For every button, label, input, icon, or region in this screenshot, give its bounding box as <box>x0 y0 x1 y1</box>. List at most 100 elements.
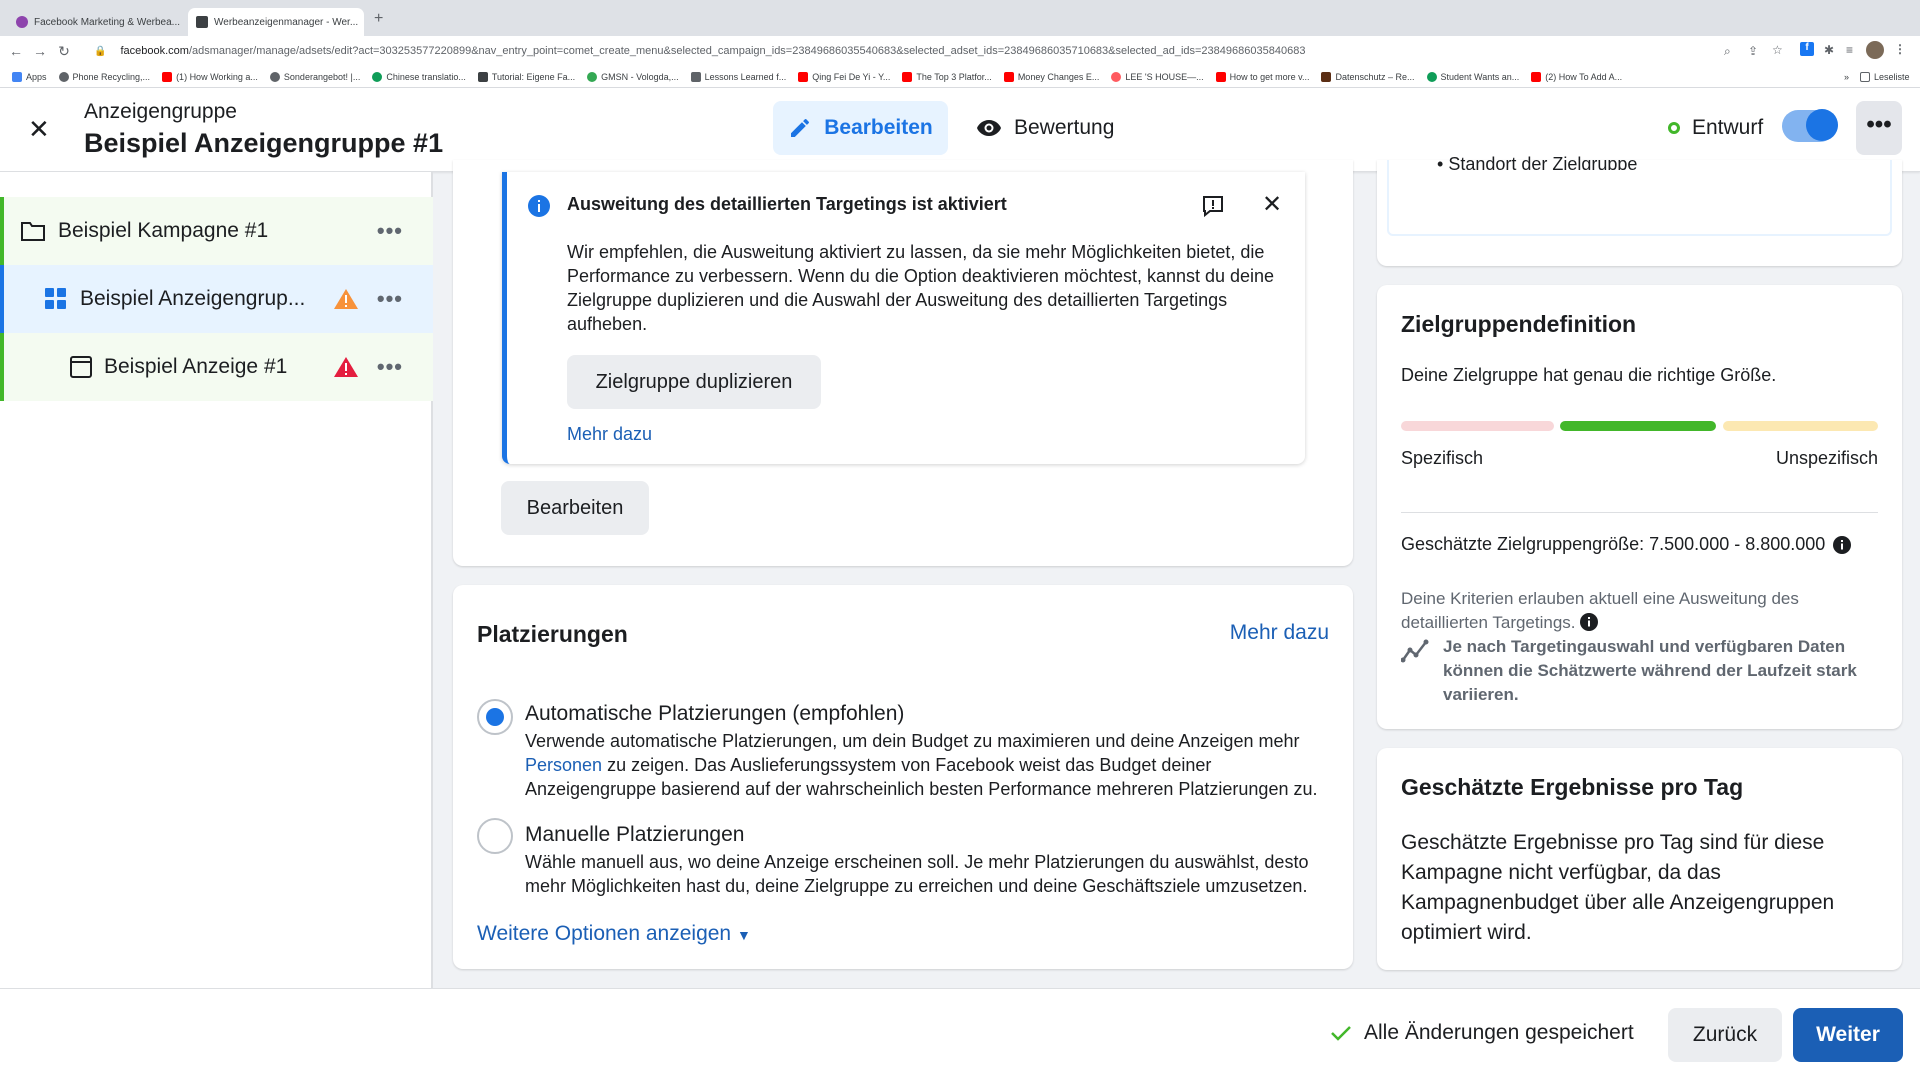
draft-status: Entwurf <box>1668 116 1763 140</box>
sidebar-item-label: Beispiel Anzeige #1 <box>104 355 288 378</box>
meter-left-label: Spezifisch <box>1401 448 1484 468</box>
bookmark-item[interactable]: LEE 'S HOUSE—... <box>1111 71 1204 82</box>
youtube-icon <box>902 71 913 82</box>
browser-tab[interactable]: Facebook Marketing & Werbea... ✕ <box>8 8 184 36</box>
apps-grid-icon <box>12 71 22 82</box>
adset-grid-icon <box>45 288 66 309</box>
manual-placements-label[interactable]: Manuelle Platzierungen <box>525 823 744 847</box>
criteria-text: Deine Kriterien erlauben aktuell eine Au… <box>1401 589 1799 632</box>
placements-title: Platzierungen <box>477 621 628 647</box>
tab-close-icon[interactable]: ✕ <box>180 15 184 29</box>
youtube-icon <box>1003 71 1014 82</box>
sidebar-item-label: Beispiel Anzeigengrup... <box>80 287 306 310</box>
profile-avatar[interactable] <box>1866 41 1884 59</box>
header-subtitle: Anzeigengruppe <box>84 100 237 123</box>
bookmark-item[interactable]: How to get more v... <box>1215 71 1309 82</box>
more-options-link[interactable]: Weitere Optionen anzeigen ▼ <box>477 922 751 946</box>
bookmark-item[interactable]: Student Wants an... <box>1426 71 1519 82</box>
bookmark-item[interactable]: Datenschutz – Re... <box>1321 71 1415 82</box>
bookmark-overflow-icon[interactable]: » <box>1844 72 1849 82</box>
info-icon[interactable] <box>1833 535 1852 554</box>
footer-bar: Alle Änderungen gespeichert Zurück Weite… <box>0 988 1920 1080</box>
reload-icon[interactable]: ↻ <box>52 43 76 60</box>
eye-icon <box>977 120 1001 136</box>
back-arrow-icon[interactable]: ← <box>4 43 28 59</box>
info-icon[interactable] <box>1580 613 1599 631</box>
item-more-icon[interactable]: ••• <box>377 286 403 312</box>
youtube-icon <box>1531 71 1542 82</box>
bookmark-item[interactable]: (1) How Working a... <box>162 71 258 82</box>
bookmark-item[interactable]: Sonderangebot! |... <box>269 71 360 82</box>
auto-placements-radio[interactable] <box>477 699 513 735</box>
bullet-icon: • <box>1437 154 1449 170</box>
more-options-button[interactable]: ••• <box>1856 101 1902 155</box>
item-more-icon[interactable]: ••• <box>377 354 403 380</box>
pencil-icon <box>791 119 810 137</box>
forward-arrow-icon[interactable]: → <box>28 43 52 59</box>
zoom-icon[interactable]: ⌕ <box>1724 44 1731 59</box>
learn-more-link[interactable]: Mehr dazu <box>567 424 652 445</box>
trend-icon <box>1401 639 1429 663</box>
audience-summary-box <box>1387 160 1892 236</box>
tab-close-icon[interactable]: ✕ <box>358 15 364 29</box>
tab-label: Facebook Marketing & Werbea... <box>34 16 180 28</box>
bookmark-item[interactable]: Tutorial: Eigene Fa... <box>477 71 575 82</box>
review-mode-label: Bewertung <box>1014 116 1115 139</box>
toggle-knob[interactable] <box>1806 109 1838 141</box>
edit-mode-button[interactable]: Bearbeiten <box>773 101 948 155</box>
browser-menu-icon[interactable]: ⋮ <box>1894 42 1906 56</box>
audience-summary-card: • Standort der Zielgruppe <box>1377 154 1902 266</box>
people-link[interactable]: Personen <box>525 755 602 775</box>
close-icon[interactable]: ✕ <box>1262 190 1282 219</box>
bookmark-item[interactable]: The Top 3 Platfor... <box>902 71 992 82</box>
reading-list[interactable]: Leseliste <box>1860 71 1910 82</box>
bookmark-item[interactable]: Phone Recycling,... <box>58 71 150 82</box>
estimated-results-card: Geschätzte Ergebnisse pro Tag Geschätzte… <box>1377 748 1902 970</box>
sidebar-item-ad[interactable]: Beispiel Anzeige #1 ••• <box>0 333 433 401</box>
estimate-note: Je nach Targetingauswahl und verfügbaren… <box>1443 637 1857 704</box>
manual-placements-description: Wähle manuell aus, wo deine Anzeige ersc… <box>525 852 1309 896</box>
item-more-icon[interactable]: ••• <box>377 218 403 244</box>
meter-right-label: Unspezifisch <box>1775 448 1878 468</box>
auto-placements-label[interactable]: Automatische Platzierungen (empfohlen) <box>525 702 904 726</box>
auto-placements-description: Verwende automatische Platzierungen, um … <box>525 731 1318 799</box>
extensions-icon[interactable]: ✱ <box>1824 43 1834 57</box>
media-icon[interactable]: ≡ <box>1846 43 1853 57</box>
sidebar-item-campaign[interactable]: Beispiel Kampagne #1 ••• <box>0 197 433 265</box>
results-text: Geschätzte Ergebnisse pro Tag sind für d… <box>1401 831 1835 944</box>
page-title: Beispiel Anzeigengruppe #1 <box>84 128 444 158</box>
back-button[interactable]: Zurück <box>1668 1008 1782 1062</box>
placements-card: Platzierungen Mehr dazu Automatische Pla… <box>453 585 1353 969</box>
url-field[interactable]: facebook.com/adsmanager/manage/adsets/ed… <box>120 45 1720 57</box>
bookmark-favicon-icon <box>372 71 383 82</box>
feedback-icon[interactable] <box>1201 194 1225 218</box>
bookmark-item[interactable]: Qing Fei De Yi - Y... <box>798 71 890 82</box>
facebook-extension-icon[interactable]: f <box>1800 42 1814 56</box>
bookmark-favicon-icon <box>587 71 598 82</box>
review-mode-button[interactable]: Bewertung <box>976 101 1114 155</box>
sidebar-item-adset[interactable]: Beispiel Anzeigengrup... ••• <box>0 265 433 333</box>
divider <box>1401 512 1878 513</box>
address-bar: ← → ↻ 🔒 facebook.com/adsmanager/manage/a… <box>0 36 1920 66</box>
edit-targeting-button[interactable]: Bearbeiten <box>501 481 649 535</box>
placements-learn-more-link[interactable]: Mehr dazu <box>1230 621 1329 645</box>
duplicate-audience-button[interactable]: Zielgruppe duplizieren <box>567 355 821 409</box>
tab-favicon-icon <box>16 16 28 28</box>
bookmark-apps[interactable]: Apps <box>12 71 47 82</box>
bookmark-item[interactable]: Lessons Learned f... <box>690 71 786 82</box>
bookmark-item[interactable]: GMSN - Vologda,... <box>587 71 679 82</box>
youtube-icon <box>1215 71 1226 82</box>
campaign-tree-sidebar: Beispiel Kampagne #1 ••• Beispiel Anzeig… <box>0 172 433 988</box>
bookmark-item[interactable]: (2) How To Add A... <box>1531 71 1622 82</box>
star-icon[interactable]: ☆ <box>1772 43 1783 57</box>
next-button[interactable]: Weiter <box>1793 1008 1903 1062</box>
manual-placements-radio[interactable] <box>477 818 513 854</box>
new-tab-icon[interactable]: + <box>374 10 383 28</box>
browser-tab-active[interactable]: Werbeanzeigenmanager - Wer... ✕ <box>188 8 364 36</box>
lock-icon[interactable]: 🔒 <box>94 46 106 57</box>
bookmark-item[interactable]: Money Changes E... <box>1003 71 1099 82</box>
bookmark-item[interactable]: Chinese translatio... <box>372 71 466 82</box>
close-icon[interactable]: ✕ <box>28 116 50 142</box>
share-icon[interactable]: ⇪ <box>1748 44 1758 58</box>
audience-summary-item: • Standort der Zielgruppe <box>1437 154 1637 170</box>
